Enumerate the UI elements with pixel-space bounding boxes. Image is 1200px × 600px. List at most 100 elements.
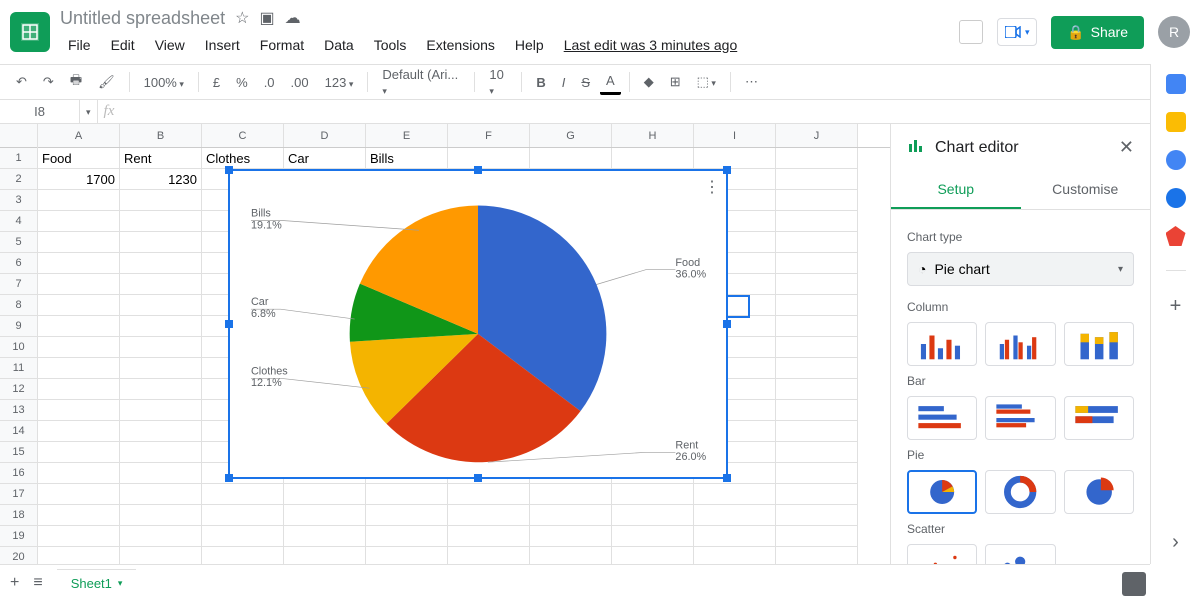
cell[interactable] bbox=[530, 547, 612, 564]
cell[interactable] bbox=[120, 337, 202, 358]
cell[interactable] bbox=[530, 148, 612, 169]
chart-template-column-1[interactable] bbox=[907, 322, 977, 366]
cell[interactable] bbox=[38, 379, 120, 400]
cell[interactable] bbox=[202, 526, 284, 547]
cell[interactable] bbox=[38, 421, 120, 442]
cell[interactable] bbox=[448, 148, 530, 169]
cell[interactable] bbox=[530, 505, 612, 526]
cell[interactable]: Car bbox=[284, 148, 366, 169]
meet-button[interactable] bbox=[997, 18, 1037, 46]
borders-button[interactable]: ⊞ bbox=[664, 70, 687, 94]
cell[interactable] bbox=[38, 211, 120, 232]
explore-button[interactable] bbox=[1122, 572, 1146, 596]
cell[interactable] bbox=[284, 547, 366, 564]
contacts-addon-icon[interactable] bbox=[1166, 188, 1186, 208]
menu-insert[interactable]: Insert bbox=[197, 33, 248, 57]
cell[interactable] bbox=[776, 379, 858, 400]
cell[interactable] bbox=[612, 148, 694, 169]
cell[interactable] bbox=[38, 463, 120, 484]
cell[interactable] bbox=[38, 253, 120, 274]
cloud-icon[interactable]: ☁ bbox=[285, 8, 301, 28]
chart-template-scatter-2[interactable] bbox=[985, 544, 1055, 564]
cell[interactable] bbox=[120, 358, 202, 379]
more-toolbar-button[interactable]: ⋯ bbox=[739, 70, 764, 94]
cell[interactable] bbox=[776, 232, 858, 253]
chart-menu-icon[interactable]: ⋮ bbox=[704, 177, 720, 197]
cell[interactable] bbox=[776, 190, 858, 211]
calendar-addon-icon[interactable] bbox=[1166, 74, 1186, 94]
percent-button[interactable]: % bbox=[230, 71, 254, 94]
cell[interactable]: Rent bbox=[120, 148, 202, 169]
sheets-logo[interactable] bbox=[10, 12, 50, 52]
row-header[interactable]: 6 bbox=[0, 253, 37, 274]
add-sheet-button[interactable]: + bbox=[10, 574, 19, 592]
cell[interactable] bbox=[38, 505, 120, 526]
resize-handle[interactable] bbox=[474, 166, 482, 174]
col-header[interactable]: I bbox=[694, 124, 776, 147]
cell[interactable] bbox=[284, 505, 366, 526]
cell[interactable] bbox=[38, 337, 120, 358]
cell[interactable] bbox=[694, 547, 776, 564]
avatar[interactable]: R bbox=[1158, 16, 1190, 48]
cell[interactable] bbox=[776, 295, 858, 316]
chart-template-scatter-1[interactable] bbox=[907, 544, 977, 564]
row-header[interactable]: 7 bbox=[0, 274, 37, 295]
cell[interactable] bbox=[612, 526, 694, 547]
chart-template-column-3[interactable] bbox=[1064, 322, 1134, 366]
cell[interactable] bbox=[120, 421, 202, 442]
cell[interactable]: Clothes bbox=[202, 148, 284, 169]
cell[interactable] bbox=[448, 547, 530, 564]
resize-handle[interactable] bbox=[723, 474, 731, 482]
paint-format-icon[interactable]: 🖌 bbox=[92, 70, 121, 94]
resize-handle[interactable] bbox=[723, 166, 731, 174]
menu-format[interactable]: Format bbox=[252, 33, 312, 57]
sheet-tab[interactable]: Sheet1 bbox=[57, 569, 137, 597]
cell[interactable] bbox=[776, 169, 858, 190]
cell[interactable] bbox=[612, 547, 694, 564]
redo-icon[interactable]: ↷ bbox=[37, 70, 60, 94]
menu-file[interactable]: File bbox=[60, 33, 99, 57]
cell[interactable] bbox=[202, 547, 284, 564]
cell[interactable] bbox=[776, 316, 858, 337]
keep-addon-icon[interactable] bbox=[1166, 112, 1186, 132]
resize-handle[interactable] bbox=[225, 320, 233, 328]
cell[interactable]: Food bbox=[38, 148, 120, 169]
cell[interactable] bbox=[448, 526, 530, 547]
row-header[interactable]: 20 bbox=[0, 547, 37, 564]
decrease-decimal-button[interactable]: .0 bbox=[258, 71, 281, 94]
chart-template-pie-3[interactable] bbox=[1064, 470, 1134, 514]
cell[interactable] bbox=[530, 526, 612, 547]
chart-template-pie-1[interactable] bbox=[907, 470, 977, 514]
chart-type-select[interactable]: ◔ Pie chart bbox=[907, 252, 1134, 286]
col-header[interactable]: J bbox=[776, 124, 858, 147]
row-header[interactable]: 4 bbox=[0, 211, 37, 232]
all-sheets-button[interactable]: ≡ bbox=[33, 574, 42, 592]
cell[interactable] bbox=[776, 505, 858, 526]
strikethrough-button[interactable]: S bbox=[575, 71, 596, 94]
cell[interactable] bbox=[284, 484, 366, 505]
maps-addon-icon[interactable] bbox=[1166, 226, 1186, 246]
number-format-select[interactable]: 123 bbox=[319, 71, 360, 94]
chart-template-column-2[interactable] bbox=[985, 322, 1055, 366]
row-header[interactable]: 14 bbox=[0, 421, 37, 442]
menu-data[interactable]: Data bbox=[316, 33, 362, 57]
col-header[interactable]: A bbox=[38, 124, 120, 147]
cell[interactable]: Bills bbox=[366, 148, 448, 169]
cell[interactable] bbox=[776, 253, 858, 274]
cell[interactable] bbox=[530, 484, 612, 505]
increase-decimal-button[interactable]: .00 bbox=[285, 71, 315, 94]
cell[interactable] bbox=[120, 547, 202, 564]
cell[interactable] bbox=[120, 379, 202, 400]
row-header[interactable]: 12 bbox=[0, 379, 37, 400]
font-size-select[interactable]: 10 bbox=[483, 63, 513, 101]
row-header[interactable]: 19 bbox=[0, 526, 37, 547]
row-header[interactable]: 3 bbox=[0, 190, 37, 211]
menu-view[interactable]: View bbox=[147, 33, 193, 57]
cell[interactable] bbox=[694, 484, 776, 505]
cell[interactable] bbox=[776, 211, 858, 232]
cell[interactable] bbox=[448, 505, 530, 526]
cell[interactable] bbox=[776, 421, 858, 442]
cell[interactable] bbox=[776, 148, 858, 169]
fill-color-button[interactable]: ◆ bbox=[638, 70, 660, 94]
italic-button[interactable]: I bbox=[556, 71, 572, 94]
